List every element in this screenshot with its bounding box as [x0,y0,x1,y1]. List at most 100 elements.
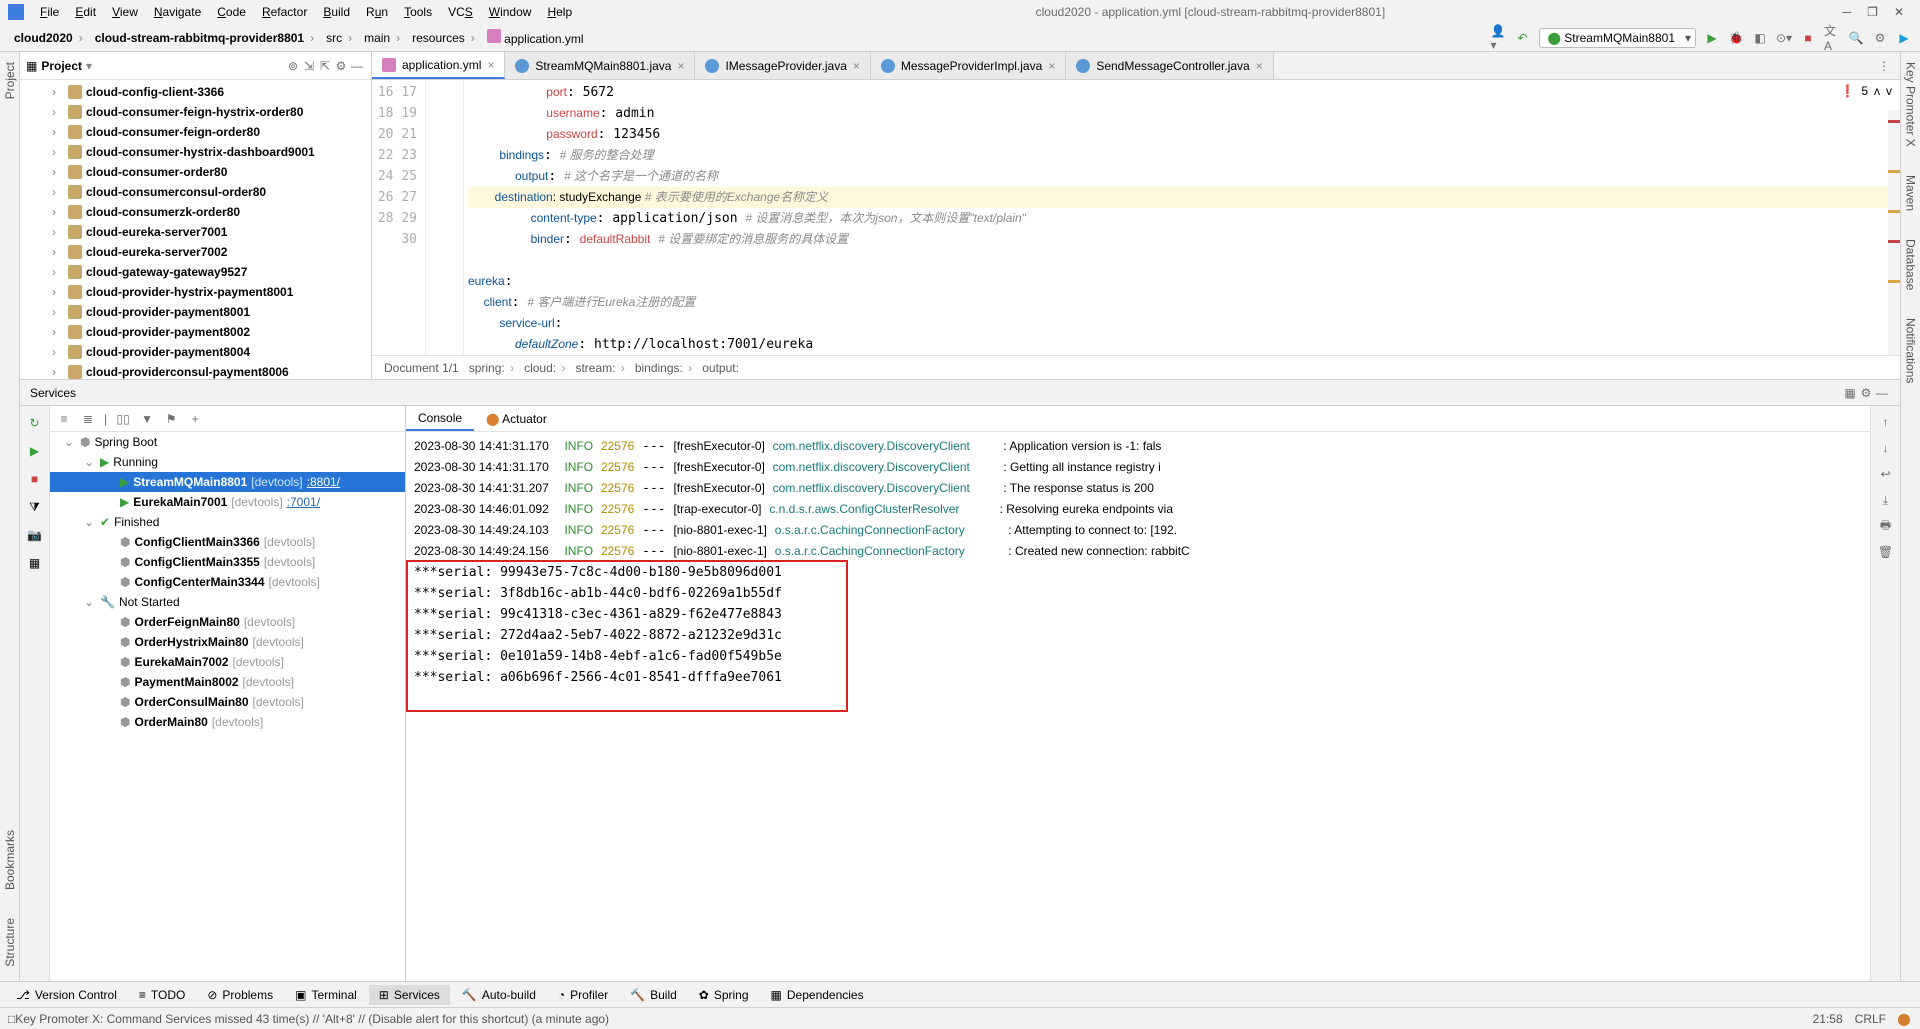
project-tree-item[interactable]: ›cloud-eureka-server7001 [20,222,371,242]
breadcrumb[interactable]: main [358,29,406,47]
error-stripe[interactable] [1888,110,1900,355]
services-tree-item[interactable]: ⬢EurekaMain7002 [devtools] [50,652,405,672]
play2-icon[interactable]: ▶ [1896,30,1912,46]
hide-icon[interactable]: — [349,58,365,74]
settings-icon[interactable]: ⚙ [1872,30,1888,46]
translate-icon[interactable]: 文A [1824,30,1840,46]
console-tab[interactable]: Console [406,407,474,431]
maximize-icon[interactable]: ❐ [1867,5,1878,19]
project-view-icon[interactable]: ▦ [26,59,37,73]
run-config-dropdown[interactable]: ⬤ StreamMQMain8801 [1539,28,1696,48]
services-tree-item[interactable]: ⌄✔Finished [50,512,405,532]
bottom-tab-todo[interactable]: ≡TODO [129,985,195,1005]
editor-tab[interactable]: SendMessageController.java× [1066,52,1273,79]
collapse-icon[interactable]: ⇱ [317,58,333,74]
minimize-icon[interactable]: ─ [1843,5,1852,19]
prev-icon[interactable]: ʌ [1874,84,1880,98]
next-icon[interactable]: v [1886,84,1892,98]
menu-refactor[interactable]: Refactor [256,3,313,21]
services-tree-item[interactable]: ⬢ConfigCenterMain3344 [devtools] [50,572,405,592]
services-tree-item[interactable]: ⬢OrderHystrixMain80 [devtools] [50,632,405,652]
services-tree-item[interactable]: ⬢ConfigClientMain3366 [devtools] [50,532,405,552]
services-tree-item[interactable]: ⬢PaymentMain8002 [devtools] [50,672,405,692]
coverage-icon[interactable]: ◧ [1752,30,1768,46]
project-tree-item[interactable]: ›cloud-consumer-order80 [20,162,371,182]
close-tab-icon[interactable]: × [853,59,860,73]
rerun-icon[interactable]: ↻ [26,414,44,432]
hide-icon[interactable]: — [1874,385,1890,401]
locate-icon[interactable]: ⊚ [285,58,301,74]
services-tree-item[interactable]: ⬢OrderConsulMain80 [devtools] [50,692,405,712]
project-tree-item[interactable]: ›cloud-consumer-hystrix-dashboard9001 [20,142,371,162]
group-icon[interactable]: ▯▯ [115,411,131,427]
menu-tools[interactable]: Tools [398,3,438,21]
project-tree-item[interactable]: ›cloud-consumer-feign-order80 [20,122,371,142]
layout-icon[interactable]: ▦ [1842,385,1858,401]
bookmarks-tool-tab[interactable]: Bookmarks [3,826,17,894]
inspection-widget[interactable]: ❗ 5 ʌ v [1840,84,1892,98]
project-tree-item[interactable]: ›cloud-eureka-server7002 [20,242,371,262]
project-tree-item[interactable]: ›cloud-providerconsul-payment8006 [20,362,371,379]
bottom-tab-spring[interactable]: ✿Spring [689,985,759,1005]
maven-tab[interactable]: Maven [1904,171,1918,215]
console-output[interactable]: 2023-08-30 14:41:31.170 INFO 22576 --- [… [406,432,1870,981]
close-icon[interactable]: ✕ [1894,5,1904,19]
key-promoter-tab[interactable]: Key Promoter X [1904,58,1918,151]
print-icon[interactable]: 🖶 [1878,518,1894,534]
bottom-tab-terminal[interactable]: ▣Terminal [285,985,367,1005]
notification-badge-icon[interactable]: ⬤ [1896,1011,1912,1027]
services-tree-item[interactable]: ⬢OrderFeignMain80 [devtools] [50,612,405,632]
menu-vcs[interactable]: VCS [442,3,479,21]
services-tree-item[interactable]: ▶StreamMQMain8801 [devtools] :8801/ [50,472,405,492]
stop-icon[interactable]: ■ [1800,30,1816,46]
services-tree-item[interactable]: ⬢ConfigClientMain3355 [devtools] [50,552,405,572]
menu-code[interactable]: Code [211,3,252,21]
pin-icon[interactable]: ⚑ [163,411,179,427]
project-tool-tab[interactable]: Project [3,58,17,103]
bottom-tab-dependencies[interactable]: ▦Dependencies [761,985,874,1005]
bottom-tab-version-control[interactable]: ⎇Version Control [6,985,127,1005]
database-tab[interactable]: Database [1904,235,1918,294]
menu-window[interactable]: Window [483,3,538,21]
breadcrumb[interactable]: resources [406,29,481,47]
filter2-icon[interactable]: ▼ [139,411,155,427]
bottom-tab-build[interactable]: 🔨Build [620,985,687,1005]
project-tree-item[interactable]: ›cloud-consumer-feign-hystrix-order80 [20,102,371,122]
bottom-tab-auto-build[interactable]: 🔨Auto-build [452,985,546,1005]
tab-more-icon[interactable]: ⋮ [1868,59,1900,73]
gear-icon[interactable]: ⚙ [333,58,349,74]
project-tree-item[interactable]: ›cloud-provider-payment8004 [20,342,371,362]
structure-tool-tab[interactable]: Structure [3,914,17,971]
run-icon[interactable]: ▶ [1704,30,1720,46]
project-tree-item[interactable]: ›cloud-config-client-3366 [20,82,371,102]
expand-all-icon[interactable]: ≡ [56,411,72,427]
bottom-tab-profiler[interactable]: ◔Profiler [548,985,618,1005]
services-tree-item[interactable]: ⌄▶Running [50,452,405,472]
clear-icon[interactable]: 🗑 [1878,544,1894,560]
menu-run[interactable]: Run [360,3,394,21]
editor-tab[interactable]: MessageProviderImpl.java× [871,52,1066,79]
menu-edit[interactable]: Edit [69,3,102,21]
expand-icon[interactable]: ⇲ [301,58,317,74]
profile-icon[interactable]: ⊙▾ [1776,30,1792,46]
chevron-down-icon[interactable]: ▾ [86,59,92,73]
soft-wrap-icon[interactable]: ↩ [1878,466,1894,482]
menu-help[interactable]: Help [541,3,578,21]
project-tree-item[interactable]: ›cloud-provider-payment8002 [20,322,371,342]
project-tree-item[interactable]: ›cloud-provider-payment8001 [20,302,371,322]
collapse-all-icon[interactable]: ≣ [80,411,96,427]
project-tree-item[interactable]: ›cloud-gateway-gateway9527 [20,262,371,282]
add-icon[interactable]: + [187,411,203,427]
search-icon[interactable]: 🔍 [1848,30,1864,46]
grid-icon[interactable]: ▦ [26,554,44,572]
services-tree-item[interactable]: ⌄⬢Spring Boot [50,432,405,452]
breadcrumb[interactable]: src [320,29,358,47]
project-title[interactable]: Project [41,59,82,73]
services-tree-item[interactable]: ⬢OrderMain80 [devtools] [50,712,405,732]
close-tab-icon[interactable]: × [677,59,684,73]
back-icon[interactable]: ↶ [1515,30,1531,46]
status-hint-icon[interactable]: □ [8,1012,15,1026]
status-encoding[interactable]: CRLF [1855,1012,1886,1026]
editor-tab[interactable]: application.yml× [372,52,505,79]
services-tree-item[interactable]: ▶EurekaMain7001 [devtools] :7001/ [50,492,405,512]
